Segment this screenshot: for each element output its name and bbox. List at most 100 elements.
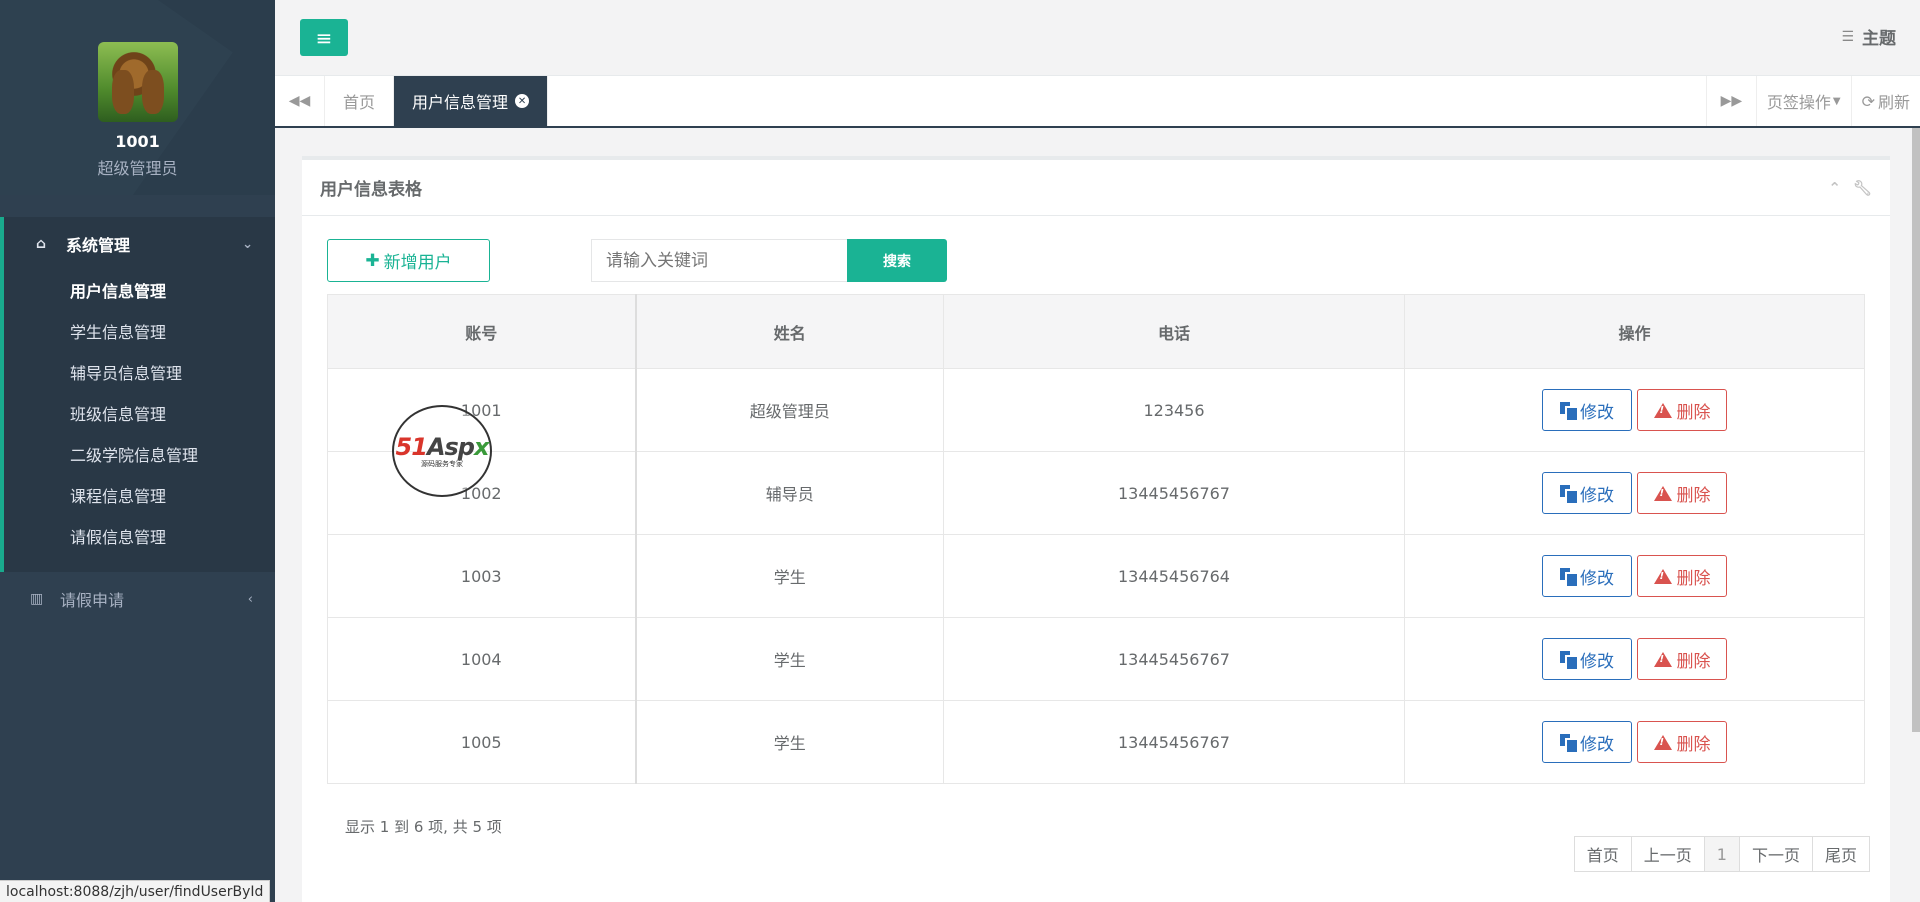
table-row: 1002 辅导员 13445456767 修改 删除 (327, 451, 1865, 535)
menu-head-label: 请假申请 (60, 591, 125, 610)
refresh-label: 刷新 (1877, 93, 1910, 112)
warning-icon (1653, 734, 1672, 750)
delete-label: 删除 (1676, 568, 1711, 589)
main-content: 用户信息表格 ⌃ 🔧︎ ✚ 新增用户 搜索 账号 姓名 电话 操作 (275, 128, 1920, 902)
table-row: 1004 学生 13445456767 修改 删除 (327, 617, 1865, 701)
tab-user-info[interactable]: 用户信息管理 ✕ (394, 76, 549, 126)
edit-label: 修改 (1580, 734, 1614, 755)
edit-button[interactable]: 修改 (1542, 638, 1632, 680)
delete-button[interactable]: 删除 (1637, 555, 1727, 597)
sidebar-item-leave-info[interactable]: 请假信息管理 (4, 517, 275, 558)
tabs-bar: ◀◀ 首页 用户信息管理 ✕ ▶▶ 页签操作 ▼ ⟳ 刷新 (275, 76, 1920, 128)
cell-phone: 13445456767 (943, 617, 1405, 701)
search-button[interactable]: 搜索 (847, 239, 947, 282)
wrench-icon[interactable]: 🔧︎ (1853, 179, 1872, 197)
sidebar-item-counselor-info[interactable]: 辅导员信息管理 (4, 353, 275, 394)
panel-header: 用户信息表格 ⌃ 🔧︎ (302, 160, 1890, 216)
cell-phone: 13445456764 (943, 534, 1405, 618)
menu-group-system: ⌂ 系统管理 ⌄ 用户信息管理 学生信息管理 辅导员信息管理 班级信息管理 二级… (0, 217, 275, 572)
sidebar-item-user-info[interactable]: 用户信息管理 (4, 271, 275, 312)
cell-actions: 修改 删除 (1404, 368, 1865, 452)
page-current[interactable]: 1 (1703, 836, 1740, 872)
collapse-icon[interactable]: ⌃ (1828, 179, 1841, 197)
table-header-row: 账号 姓名 电话 操作 (327, 294, 1865, 369)
add-user-button[interactable]: ✚ 新增用户 (327, 239, 490, 282)
search-input[interactable] (591, 239, 847, 282)
copy-icon (1560, 485, 1579, 505)
pagination-info: 显示 1 到 6 项, 共 5 项 (345, 818, 502, 836)
browser-status-bar: localhost:8088/zjh/user/findUserById (0, 880, 271, 902)
sidebar-item-class-info[interactable]: 班级信息管理 (4, 394, 275, 435)
plus-icon: ✚ (365, 250, 380, 271)
cell-account: 1004 (327, 617, 636, 701)
panel-title: 用户信息表格 (320, 180, 422, 200)
warning-icon (1653, 402, 1672, 418)
close-icon[interactable]: ✕ (515, 94, 530, 108)
edit-label: 修改 (1580, 402, 1614, 423)
cell-name: 学生 (634, 700, 944, 784)
column-header-name[interactable]: 姓名 (634, 294, 944, 369)
watermark-brand-51: 51 (395, 433, 428, 461)
copy-icon (1560, 734, 1579, 754)
theme-button[interactable]: ☰ 主题 (1841, 24, 1896, 50)
menu-toggle-button[interactable]: ≡ (300, 19, 348, 56)
sidebar-item-college-info[interactable]: 二级学院信息管理 (4, 435, 275, 476)
sidebar-item-course-info[interactable]: 课程信息管理 (4, 476, 275, 517)
watermark-logo: 51Aspx 源码服务专家 (392, 405, 492, 497)
table-toolbar: ✚ 新增用户 搜索 (327, 239, 947, 282)
sidebar-item-student-info[interactable]: 学生信息管理 (4, 312, 275, 353)
watermark-tagline: 源码服务专家 (421, 460, 463, 468)
tabs-scroll-right-button[interactable]: ▶▶ (1705, 76, 1756, 126)
cell-name: 学生 (634, 617, 944, 701)
page-next-button[interactable]: 下一页 (1738, 836, 1813, 872)
tab-home[interactable]: 首页 (325, 76, 395, 126)
tabs-right-tools: ▶▶ 页签操作 ▼ ⟳ 刷新 (1705, 76, 1920, 126)
menu-head-label: 系统管理 (66, 236, 131, 255)
panel-tools: ⌃ 🔧︎ (1828, 179, 1872, 197)
delete-button[interactable]: 删除 (1637, 472, 1727, 514)
delete-button[interactable]: 删除 (1637, 721, 1727, 763)
edit-button[interactable]: 修改 (1542, 472, 1632, 514)
edit-label: 修改 (1580, 651, 1614, 672)
table-row: 1003 学生 13445456764 修改 删除 (327, 534, 1865, 618)
cell-actions: 修改 删除 (1404, 700, 1865, 784)
cell-account: 1003 (327, 534, 636, 618)
delete-label: 删除 (1676, 485, 1711, 506)
vertical-scrollbar[interactable] (1912, 128, 1920, 732)
copy-icon (1560, 568, 1579, 588)
user-profile: 1001 超级管理员 (0, 0, 275, 195)
menu-head-leave[interactable]: ▥ 请假申请 ‹ (0, 572, 275, 626)
avatar[interactable] (97, 42, 178, 122)
page-first-button[interactable]: 首页 (1573, 836, 1632, 872)
warning-icon (1653, 485, 1672, 501)
user-role: 超级管理员 (97, 159, 178, 178)
column-header-account[interactable]: 账号 (327, 294, 636, 369)
menu-head-system[interactable]: ⌂ 系统管理 ⌄ (4, 217, 275, 271)
cell-phone: 123456 (943, 368, 1405, 452)
table-row: 1001 超级管理员 123456 修改 删除 (327, 368, 1865, 452)
page-last-button[interactable]: 尾页 (1811, 836, 1870, 872)
watermark-brand: 51Aspx (395, 433, 490, 461)
cell-name: 超级管理员 (634, 368, 944, 452)
table-row: 1005 学生 13445456767 修改 删除 (327, 700, 1865, 784)
edit-button[interactable]: 修改 (1542, 389, 1632, 431)
warning-icon (1653, 568, 1672, 584)
cell-phone: 13445456767 (943, 700, 1405, 784)
page-prev-button[interactable]: 上一页 (1630, 836, 1705, 872)
delete-button[interactable]: 删除 (1637, 389, 1727, 431)
delete-button[interactable]: 删除 (1637, 638, 1727, 680)
theme-icon: ☰ (1841, 28, 1854, 45)
tab-label: 首页 (343, 93, 376, 112)
column-header-phone[interactable]: 电话 (943, 294, 1405, 369)
edit-button[interactable]: 修改 (1542, 721, 1632, 763)
tabs-scroll-left-button[interactable]: ◀◀ (275, 76, 325, 126)
warning-icon (1653, 651, 1672, 667)
refresh-button[interactable]: ⟳ 刷新 (1850, 76, 1920, 126)
page-ops-dropdown[interactable]: 页签操作 ▼ (1755, 76, 1851, 126)
delete-label: 删除 (1676, 734, 1711, 755)
watermark-brand-x: x (473, 433, 490, 461)
cell-actions: 修改 删除 (1404, 534, 1865, 618)
caret-down-icon: ▼ (1832, 95, 1841, 107)
edit-button[interactable]: 修改 (1542, 555, 1632, 597)
avatar-ear-left (111, 70, 134, 114)
